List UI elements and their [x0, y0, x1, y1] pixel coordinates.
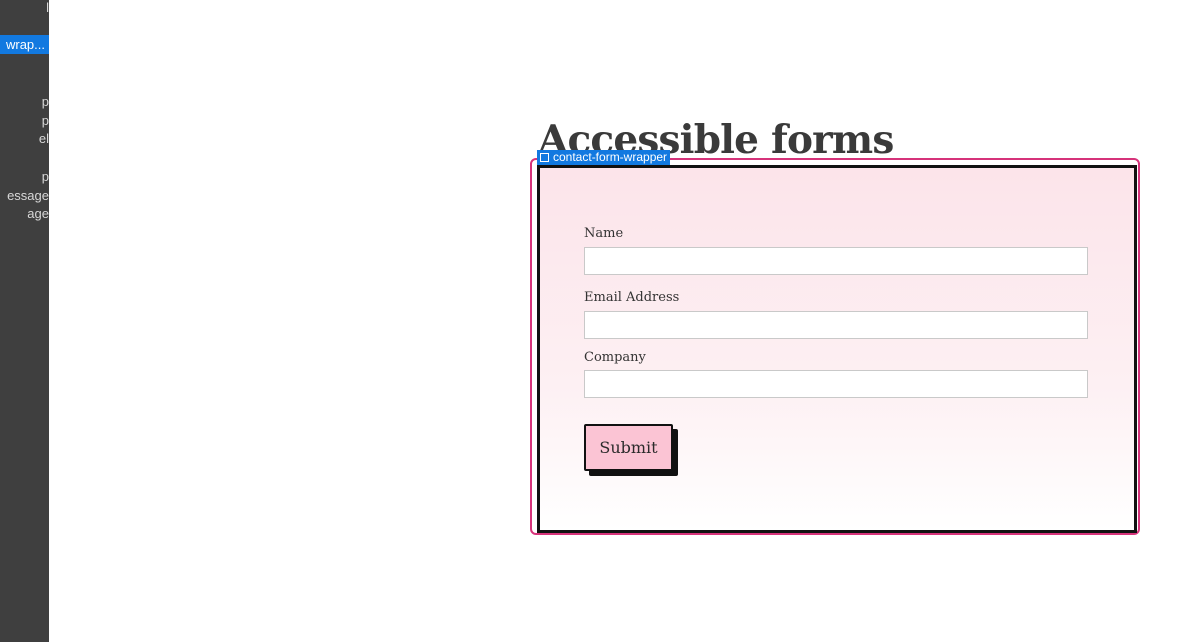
navigator-item-label: wrap...: [5, 37, 45, 52]
name-label: Name: [584, 226, 624, 241]
company-label: Company: [584, 350, 646, 365]
navigator-item[interactable]: p: [0, 111, 49, 130]
navigator-item-label: l: [46, 0, 49, 15]
navigator-item-label: el: [38, 131, 49, 146]
navigator-item[interactable]: age: [0, 204, 49, 223]
submit-button[interactable]: Submit: [584, 424, 673, 471]
submit-button-group: Submit: [584, 424, 678, 476]
email-label: Email Address: [584, 290, 680, 305]
navigator-panel: l wrap... p p el p essage age: [0, 0, 49, 642]
navigator-item-label: p: [41, 169, 49, 184]
navigator-item-selected[interactable]: wrap...: [0, 35, 49, 54]
element-square-icon: [540, 153, 549, 162]
navigator-item-label: age: [27, 206, 49, 221]
email-input[interactable]: [584, 311, 1088, 339]
navigator-item[interactable]: el: [0, 129, 49, 148]
navigator-item-label: essage: [7, 188, 49, 203]
navigator-item-label: p: [41, 94, 49, 109]
navigator-item-label: p: [41, 113, 49, 128]
navigator-item[interactable]: l: [0, 0, 49, 17]
navigator-item[interactable]: p: [0, 92, 49, 111]
contact-form-wrapper[interactable]: Name Email Address Company Submit: [537, 165, 1137, 533]
navigator-item[interactable]: p: [0, 167, 49, 186]
company-input[interactable]: [584, 370, 1088, 398]
selected-element-tag[interactable]: contact-form-wrapper: [537, 150, 671, 165]
name-input[interactable]: [584, 247, 1088, 275]
selected-element-name: contact-form-wrapper: [553, 150, 668, 164]
navigator-item[interactable]: essage: [0, 186, 49, 205]
